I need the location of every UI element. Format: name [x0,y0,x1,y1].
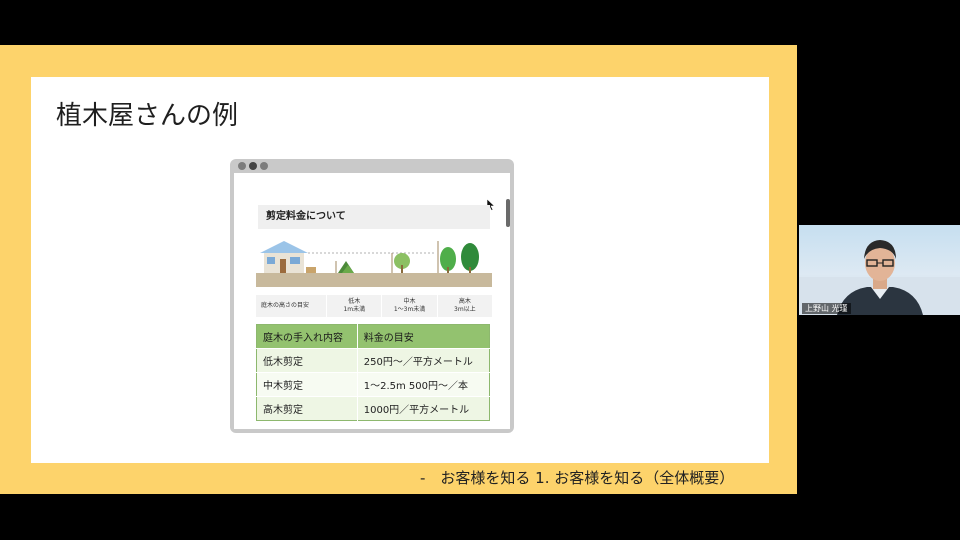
legend-low-name: 低木 [348,298,361,305]
legend-low: 低木 1m未満 [326,295,381,317]
slide-footer: - お客様を知る 1. お客様を知る（全体概要） [420,469,735,487]
garden-illustration [256,241,492,287]
pricing-table: 庭木の手入れ内容 料金の目安 低木剪定 250円～／平方メートル 中木剪定 1～… [256,324,490,421]
table-cell: 250円～／平方メートル [356,348,490,373]
browser-content: 剪定料金について 庭木の高さの目安 低木 1m未満 中木 1～3m未満 高木 3… [234,173,510,429]
column-header: 庭木の手入れ内容 [256,324,358,349]
column-header: 料金の目安 [356,324,490,349]
legend-high: 高木 3m以上 [436,295,492,317]
table-row: 高木剪定 1000円／平方メートル [256,396,490,421]
legend-mid-name: 中木 [403,298,416,305]
participant-video-tile[interactable]: 上野山 光瑾 [799,225,960,315]
legend-mid-height: 1～3m未満 [393,306,426,313]
participant-avatar [799,240,960,315]
table-cell: 中木剪定 [256,372,358,397]
legend-label: 庭木の高さの目安 [261,302,310,309]
browser-mockup: 剪定料金について 庭木の高さの目安 低木 1m未満 中木 1～3m未満 高木 3… [230,159,514,433]
table-row: 低木剪定 250円～／平方メートル [256,348,490,373]
window-controls [238,162,268,170]
table-header-row: 庭木の手入れ内容 料金の目安 [256,324,490,349]
table-row: 中木剪定 1～2.5m 500円～／本 [256,372,490,397]
presentation-slide: 植木屋さんの例 剪定料金について 庭木の高さの目安 低木 1m未満 中木 1～3… [31,77,769,463]
window-dot-icon [260,162,268,170]
table-cell: 高木剪定 [256,396,358,421]
legend-mid: 中木 1～3m未満 [381,295,436,317]
table-cell: 1000円／平方メートル [356,396,490,421]
screen-share: 植木屋さんの例 剪定料金について 庭木の高さの目安 低木 1m未満 中木 1～3… [0,45,797,494]
participant-name: 上野山 光瑾 [802,303,851,314]
slide-title: 植木屋さんの例 [56,101,239,131]
section-heading: 剪定料金について [258,205,490,229]
table-cell: 1～2.5m 500円～／本 [356,372,490,397]
legend-high-name: 高木 [458,298,471,305]
scrollbar [506,199,510,227]
legend-low-height: 1m未満 [343,306,366,313]
window-dot-icon [238,162,246,170]
height-legend: 庭木の高さの目安 低木 1m未満 中木 1～3m未満 高木 3m以上 [256,295,492,317]
legend-high-height: 3m以上 [454,306,476,313]
window-dot-icon [249,162,257,170]
table-cell: 低木剪定 [256,348,358,373]
